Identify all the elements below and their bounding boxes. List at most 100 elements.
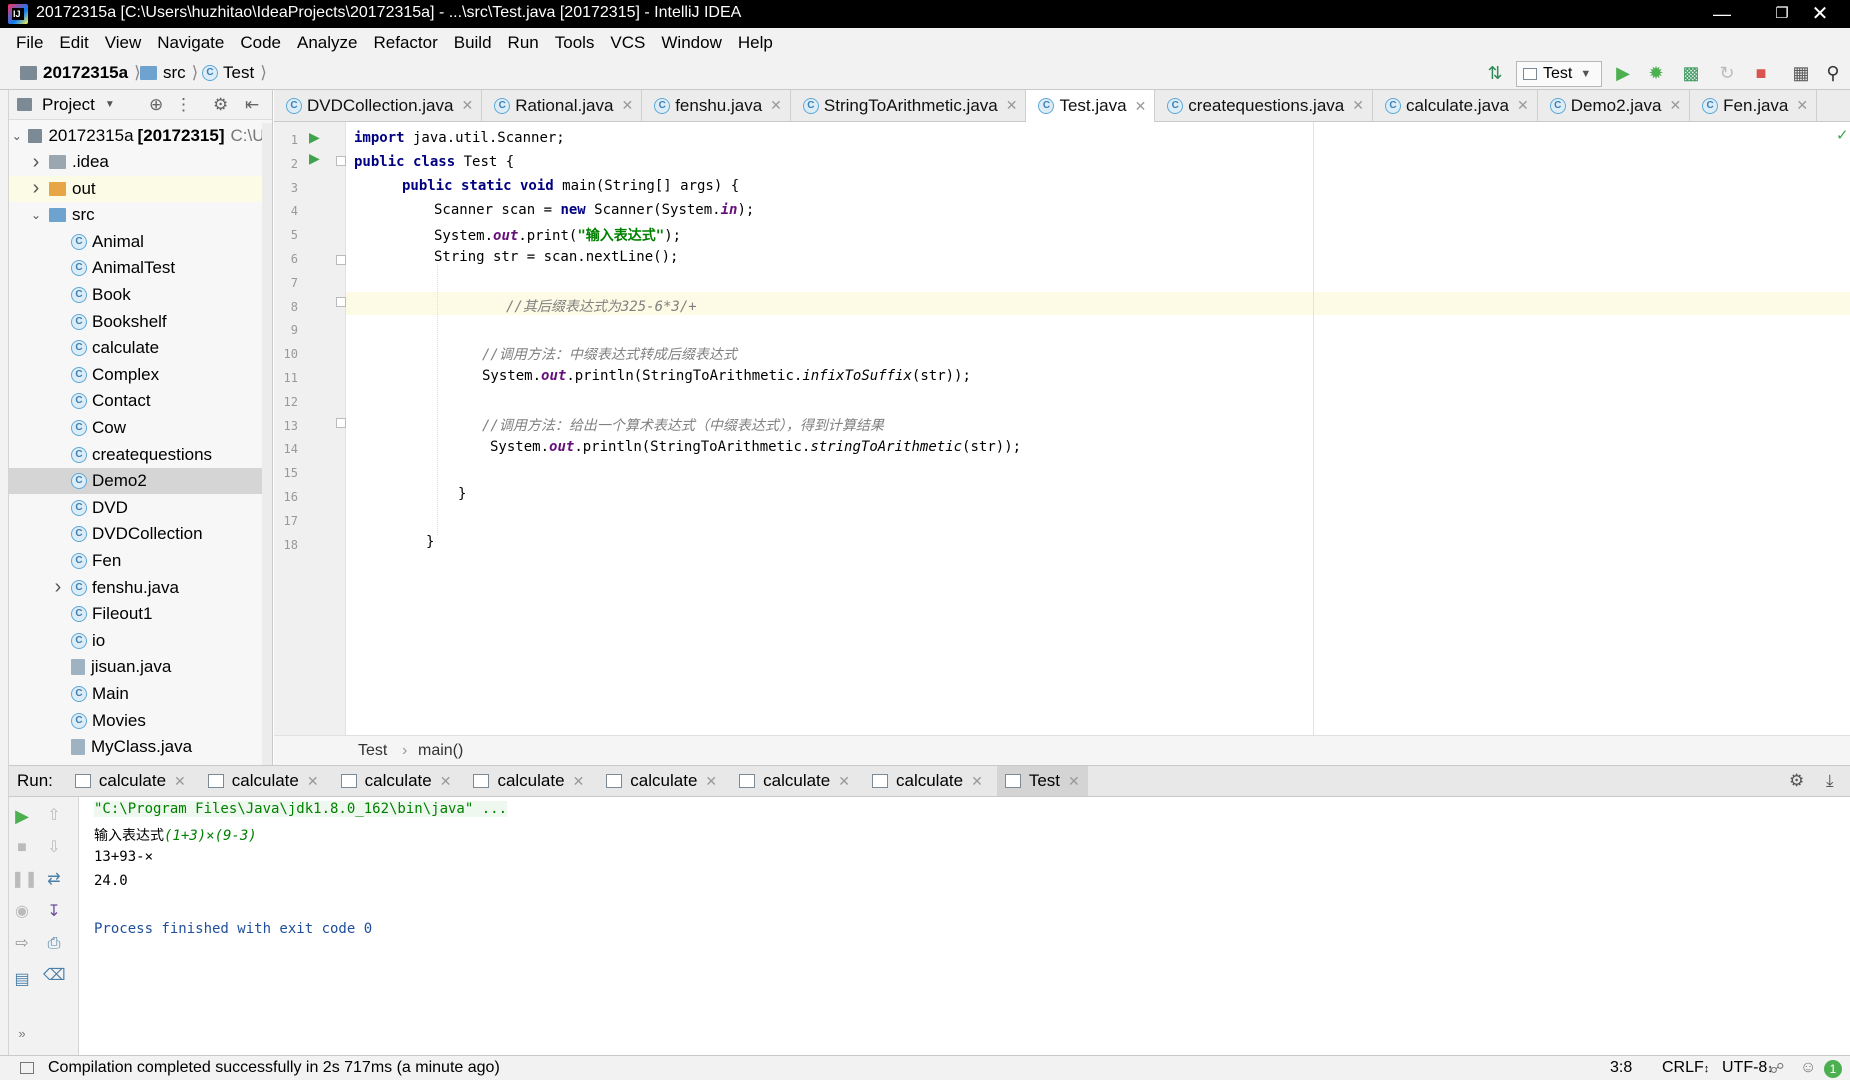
menu-tools[interactable]: Tools [555,33,595,53]
menu-help[interactable]: Help [738,33,773,53]
menu-build[interactable]: Build [454,33,492,53]
minimize-icon[interactable]: — [1692,0,1752,28]
tree-item[interactable]: C Book [9,282,272,308]
layout-icon[interactable]: ▤ [11,969,33,991]
tree-item[interactable]: C Animal [9,229,272,255]
close-window-icon[interactable]: ✕ [1790,0,1850,28]
run-tab[interactable]: Test ✕ [996,766,1088,796]
tree-item[interactable]: Cio [9,628,272,654]
run-icon[interactable]: ▶ [1612,62,1634,84]
tree-item[interactable]: Ccreatequestions [9,442,272,468]
stop-icon[interactable]: ■ [1750,62,1772,84]
chevron-down-icon[interactable]: ▼ [105,99,115,110]
lock-icon[interactable]: ☍ [1770,1060,1784,1077]
chevron-down-icon[interactable]: ⌄ [29,208,43,222]
tree-item[interactable]: C AnimalTest [9,255,272,281]
hide-panel-icon[interactable]: ⤓ [1826,771,1834,791]
close-tab-icon[interactable]: ✕ [174,773,186,790]
tree-item[interactable]: C DVDCollection [9,521,272,547]
pause-icon[interactable]: ❚❚ [11,869,38,891]
tree-item[interactable]: jisuan.java [9,654,272,680]
project-view-selector[interactable]: Project [42,95,95,115]
line-separator[interactable]: CRLF↕ [1662,1059,1709,1077]
fold-icon[interactable] [336,418,346,428]
fold-icon[interactable] [336,255,346,265]
tree-item[interactable]: Ccalculate [9,335,272,361]
toggle-tool-windows-icon[interactable] [20,1062,34,1074]
close-tab-icon[interactable]: ✕ [573,773,585,790]
menu-window[interactable]: Window [661,33,721,53]
close-tab-icon[interactable]: ✕ [1135,98,1147,115]
editor-tab[interactable]: C Demo2.java ✕ [1538,90,1691,121]
tree-item[interactable]: C Fen [9,548,272,574]
tree-item[interactable]: C Movies [9,708,272,734]
tree-item[interactable]: C Bookshelf [9,309,272,335]
nav-crumb-project[interactable]: 20172315a ⟩ [20,63,141,83]
run-tab[interactable]: calculate ✕ [731,766,858,796]
sort-icon[interactable]: ⇅ [1484,62,1506,84]
inspector-icon[interactable]: ☺ [1800,1059,1816,1077]
close-tab-icon[interactable]: ✕ [1068,773,1080,790]
camera-icon[interactable]: ◉ [11,901,33,923]
tree-item[interactable]: C Demo2 [9,468,272,495]
caret-position[interactable]: 3:8 [1610,1059,1632,1077]
editor-tab[interactable]: C DVDCollection.java ✕ [274,90,483,121]
project-structure-icon[interactable]: ▦ [1790,62,1812,84]
fold-icon[interactable] [336,297,346,307]
status-message[interactable]: Compilation completed successfully in 2s… [48,1059,500,1077]
chevron-down-icon[interactable]: ⌄ [11,129,22,143]
run-class-icon[interactable]: ▶ [309,129,320,146]
trash-icon[interactable]: ⌫ [43,965,66,987]
close-tab-icon[interactable]: ✕ [1669,97,1681,114]
tree-item[interactable]: C Main [9,681,272,707]
breadcrumb-method[interactable]: main() [418,742,463,760]
rerun-icon[interactable]: ▶ [11,805,33,827]
notifications-badge[interactable]: 1 [1824,1060,1842,1078]
close-tab-icon[interactable]: ✕ [621,97,633,114]
tree-item[interactable]: ⌄ src [9,202,272,228]
coverage-icon[interactable]: ▩ [1680,62,1702,84]
run-tab[interactable]: calculate ✕ [67,766,194,796]
close-tab-icon[interactable]: ✕ [461,97,473,114]
editor-tab[interactable]: Ccreatequestions.java ✕ [1155,90,1373,121]
chevron-right-icon[interactable]: › [29,177,43,200]
run-console[interactable]: "C:\Program Files\Java\jdk1.8.0_162\bin\… [80,797,1850,1055]
close-tab-icon[interactable]: ✕ [770,97,782,114]
scroll-end-icon[interactable]: ↧ [43,901,65,923]
editor-tab[interactable]: Ccalculate.java ✕ [1373,90,1538,121]
down-icon[interactable]: ⇩ [43,837,65,859]
menu-file[interactable]: File [16,33,43,53]
editor-tab[interactable]: C StringToArithmetic.java ✕ [791,90,1027,121]
locate-icon[interactable]: ⊕ [149,95,163,115]
close-tab-icon[interactable]: ✕ [1352,97,1364,114]
close-tab-icon[interactable]: ✕ [705,773,717,790]
more-icon[interactable]: » [11,1023,33,1045]
profile-icon[interactable]: ↻ [1716,62,1738,84]
menu-run[interactable]: Run [508,33,539,53]
menu-code[interactable]: Code [240,33,281,53]
run-tab[interactable]: calculate ✕ [864,766,991,796]
close-tab-icon[interactable]: ✕ [1796,97,1808,114]
run-tab[interactable]: calculate ✕ [598,766,725,796]
tree-item[interactable]: C DVD [9,495,272,521]
tree-item[interactable]: › Cfenshu.java [9,575,272,601]
run-config-dropdown[interactable]: Test ▼ [1516,61,1602,87]
editor-tab[interactable]: Cfenshu.java ✕ [642,90,791,121]
tree-root[interactable]: ⌄ 20172315a [20172315] C:\Us [9,123,272,149]
close-tab-icon[interactable]: ✕ [307,773,319,790]
close-tab-icon[interactable]: ✕ [838,773,850,790]
file-encoding[interactable]: UTF-8↕ [1722,1059,1773,1077]
collapse-all-icon[interactable]: ⋮ [175,95,192,115]
tree-item[interactable]: MyClass.java [9,734,272,760]
run-tab[interactable]: calculate ✕ [200,766,327,796]
hide-icon[interactable]: ⇤ [245,95,259,115]
up-icon[interactable]: ⇧ [43,805,65,827]
fold-icon[interactable] [336,156,346,166]
menu-view[interactable]: View [105,33,142,53]
search-icon[interactable]: ⚲ [1822,62,1844,84]
menu-refactor[interactable]: Refactor [373,33,437,53]
close-tab-icon[interactable]: ✕ [1006,97,1018,114]
tree-item[interactable]: C Cow [9,415,272,441]
menu-edit[interactable]: Edit [59,33,88,53]
gear-icon[interactable]: ⚙ [1789,771,1804,791]
